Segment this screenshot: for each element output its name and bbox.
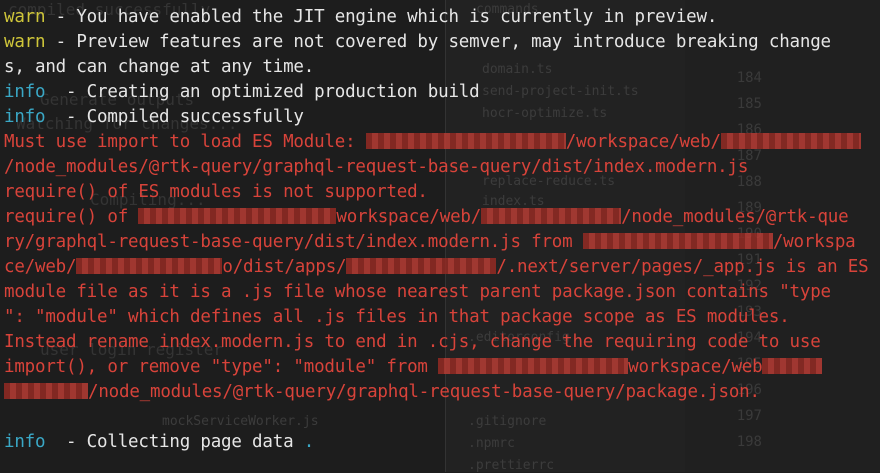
redacted-path	[481, 208, 622, 224]
log-line-warn-jit: warn - You have enabled the JIT engine w…	[4, 7, 718, 27]
redacted-path	[76, 258, 223, 274]
redacted-path	[346, 258, 497, 274]
error-line-10: import(), or remove "type": "module" fro…	[4, 355, 823, 379]
error-line-2: /node_modules/@rtk-query/graphql-request…	[4, 157, 749, 177]
redacted-path	[582, 233, 773, 249]
redacted-path	[365, 133, 566, 149]
error-line-11: /node_modules/@rtk-query/graphql-request…	[4, 380, 760, 404]
redacted-path	[4, 383, 88, 399]
redacted-path	[720, 133, 861, 149]
log-level-warn: warn	[4, 32, 46, 52]
log-level-info: info	[4, 432, 46, 452]
error-line-6: ce/web/o/dist/apps//.next/server/pages/_…	[4, 257, 869, 277]
error-line-5: ry/graphql-request-base-query/dist/index…	[4, 232, 856, 252]
error-line-1: Must use import to load ES Module: /work…	[4, 130, 861, 154]
terminal-output: warn - You have enabled the JIT engine w…	[0, 0, 880, 472]
log-level-info: info	[4, 82, 46, 102]
redacted-path	[138, 208, 337, 224]
progress-spinner: .	[303, 432, 315, 452]
redacted-path	[762, 358, 823, 374]
error-line-4: require() of workspace/web//node_modules…	[4, 207, 849, 227]
log-line-continuation: s, and can change at any time.	[4, 57, 315, 77]
log-level-warn: warn	[4, 7, 46, 27]
log-line-warn-preview: warn - Preview features are not covered …	[4, 32, 831, 52]
log-line-info-compiled: info - Compiled successfully	[4, 107, 304, 127]
log-line-info-collecting: info - Collecting page data .	[4, 432, 315, 452]
error-line-7: module file as it is a .js file whose ne…	[4, 282, 831, 302]
error-line-3: require() of ES modules is not supported…	[4, 182, 428, 202]
log-line-info-build: info - Creating an optimized production …	[4, 82, 480, 102]
error-line-9: Instead rename index.modern.js to end in…	[4, 332, 821, 352]
redacted-path	[438, 358, 629, 374]
log-level-info: info	[4, 107, 46, 127]
error-line-8: ": "module" which defines all .js files …	[4, 307, 790, 327]
